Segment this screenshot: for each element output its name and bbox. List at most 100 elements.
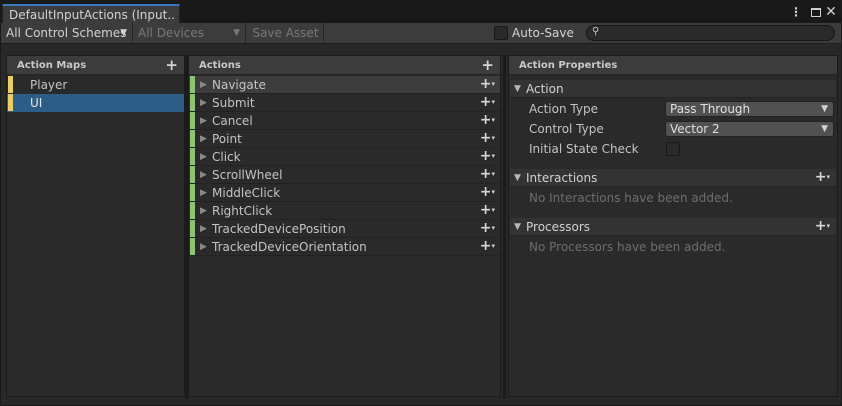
toolbar: All Control Schemes ▼ All Devices ▼ Save… xyxy=(1,23,841,44)
action-properties-header: Action Properties xyxy=(509,56,837,75)
expand-arrow-icon[interactable]: ▶ xyxy=(200,202,207,220)
interactions-empty-message: No Interactions have been added. xyxy=(529,191,733,205)
expand-arrow-icon[interactable]: ▶ xyxy=(200,184,207,202)
action-row-tracked-device-orientation[interactable]: ▶ TrackedDeviceOrientation +▾ xyxy=(189,238,500,256)
add-binding-icon[interactable]: +▾ xyxy=(480,130,495,146)
action-row-scrollwheel[interactable]: ▶ ScrollWheel +▾ xyxy=(189,166,500,184)
maximize-icon[interactable] xyxy=(809,4,823,20)
add-binding-icon[interactable]: +▾ xyxy=(480,148,495,164)
interactions-section-label: Interactions xyxy=(526,171,598,185)
kebab-menu-icon[interactable]: ⋮ xyxy=(789,4,803,20)
expand-arrow-icon[interactable]: ▶ xyxy=(200,148,207,166)
add-binding-icon[interactable]: +▾ xyxy=(480,166,495,182)
actions-header: Actions + xyxy=(189,56,500,75)
add-binding-icon[interactable]: +▾ xyxy=(480,220,495,236)
auto-save-label: Auto-Save xyxy=(512,26,574,40)
dropdown-arrow-icon: ▼ xyxy=(120,28,127,38)
action-row-submit[interactable]: ▶ Submit +▾ xyxy=(189,94,500,112)
expand-arrow-icon[interactable]: ▶ xyxy=(200,94,207,112)
add-processor-icon[interactable]: +▾ xyxy=(815,218,830,234)
action-label: TrackedDeviceOrientation xyxy=(212,240,367,254)
initial-state-check-label: Initial State Check xyxy=(529,142,639,156)
collapse-arrow-icon[interactable]: ▼ xyxy=(514,169,521,187)
control-schemes-dropdown[interactable]: All Control Schemes ▼ xyxy=(1,23,133,43)
action-section-header[interactable]: ▼ Action xyxy=(510,80,836,98)
add-interaction-icon[interactable]: +▾ xyxy=(815,169,830,185)
expand-arrow-icon[interactable]: ▶ xyxy=(200,238,207,256)
panel-splitter[interactable] xyxy=(503,55,506,399)
action-maps-panel: Action Maps + Player UI xyxy=(6,55,185,397)
control-schemes-label: All Control Schemes xyxy=(6,26,127,40)
collapse-arrow-icon[interactable]: ▼ xyxy=(514,80,521,98)
devices-dropdown[interactable]: All Devices ▼ xyxy=(133,23,246,43)
control-type-dropdown[interactable]: Vector 2 ▼ xyxy=(665,121,834,137)
processors-section-header[interactable]: ▼ Processors +▾ xyxy=(510,218,836,236)
expand-arrow-icon[interactable]: ▶ xyxy=(200,76,207,94)
actions-panel: Actions + ▶ Navigate +▾ ▶ Submit +▾ ▶ Ca… xyxy=(188,55,501,397)
save-asset-button[interactable]: Save Asset xyxy=(248,23,324,43)
expand-arrow-icon[interactable]: ▶ xyxy=(200,112,207,130)
action-row-point[interactable]: ▶ Point +▾ xyxy=(189,130,500,148)
add-binding-icon[interactable]: +▾ xyxy=(480,238,495,254)
expand-arrow-icon[interactable]: ▶ xyxy=(200,166,207,184)
add-action-icon[interactable]: + xyxy=(481,58,494,73)
add-binding-icon[interactable]: +▾ xyxy=(480,202,495,218)
action-label: Point xyxy=(212,132,242,146)
action-section-label: Action xyxy=(526,82,564,96)
tab-bar: DefaultInputActions (Input... ⋮ ✕ xyxy=(1,1,841,23)
tab-title: DefaultInputActions (Input... xyxy=(9,8,175,22)
action-row-middleclick[interactable]: ▶ MiddleClick +▾ xyxy=(189,184,500,202)
tab-default-input-actions[interactable]: DefaultInputActions (Input... xyxy=(2,4,180,23)
action-properties-panel: Action Properties ▼ Action Action Type P… xyxy=(508,55,838,397)
search-input[interactable]: ⚲ xyxy=(586,25,835,41)
control-type-label: Control Type xyxy=(529,122,604,136)
expand-arrow-icon[interactable]: ▶ xyxy=(200,220,207,238)
add-binding-icon[interactable]: +▾ xyxy=(480,76,495,92)
action-color-stripe xyxy=(190,202,195,219)
action-label: MiddleClick xyxy=(212,186,281,200)
processors-empty-message: No Processors have been added. xyxy=(529,240,726,254)
initial-state-check-checkbox[interactable] xyxy=(666,142,680,156)
map-color-stripe xyxy=(8,94,13,111)
action-row-cancel[interactable]: ▶ Cancel +▾ xyxy=(189,112,500,130)
action-label: RightClick xyxy=(212,204,273,218)
action-color-stripe xyxy=(190,112,195,129)
action-properties-title: Action Properties xyxy=(519,60,618,71)
expand-arrow-icon[interactable]: ▶ xyxy=(200,130,207,148)
action-label: ScrollWheel xyxy=(212,168,283,182)
action-label: Submit xyxy=(212,96,255,110)
action-color-stripe xyxy=(190,220,195,237)
auto-save-checkbox[interactable] xyxy=(494,26,508,40)
action-map-item-ui[interactable]: UI xyxy=(7,94,184,112)
add-binding-icon[interactable]: +▾ xyxy=(480,94,495,110)
add-action-map-icon[interactable]: + xyxy=(165,58,178,73)
search-icon: ⚲ xyxy=(592,26,600,37)
action-map-label: UI xyxy=(30,96,43,110)
action-type-label: Action Type xyxy=(529,102,598,116)
action-row-click[interactable]: ▶ Click +▾ xyxy=(189,148,500,166)
action-label: TrackedDevicePosition xyxy=(212,222,346,236)
action-row-rightclick[interactable]: ▶ RightClick +▾ xyxy=(189,202,500,220)
collapse-arrow-icon[interactable]: ▼ xyxy=(514,218,521,236)
action-type-dropdown[interactable]: Pass Through ▼ xyxy=(665,101,834,117)
input-actions-window: DefaultInputActions (Input... ⋮ ✕ All Co… xyxy=(0,0,842,406)
action-label: Cancel xyxy=(212,114,253,128)
dropdown-arrow-icon: ▼ xyxy=(821,104,828,114)
control-type-value: Vector 2 xyxy=(670,122,720,136)
action-maps-title: Action Maps xyxy=(17,60,87,71)
interactions-section-header[interactable]: ▼ Interactions +▾ xyxy=(510,169,836,187)
action-map-item-player[interactable]: Player xyxy=(7,76,184,94)
processors-section-label: Processors xyxy=(526,220,591,234)
action-maps-header: Action Maps + xyxy=(7,56,184,75)
add-binding-icon[interactable]: +▾ xyxy=(480,112,495,128)
action-color-stripe xyxy=(190,238,195,255)
devices-label: All Devices xyxy=(138,26,204,40)
action-row-tracked-device-position[interactable]: ▶ TrackedDevicePosition +▾ xyxy=(189,220,500,238)
action-label: Click xyxy=(212,150,241,164)
add-binding-icon[interactable]: +▾ xyxy=(480,184,495,200)
close-icon[interactable]: ✕ xyxy=(824,4,838,20)
dropdown-arrow-icon: ▼ xyxy=(233,28,240,38)
action-label: Navigate xyxy=(212,78,266,92)
action-row-navigate[interactable]: ▶ Navigate +▾ xyxy=(189,76,500,94)
action-color-stripe xyxy=(190,148,195,165)
